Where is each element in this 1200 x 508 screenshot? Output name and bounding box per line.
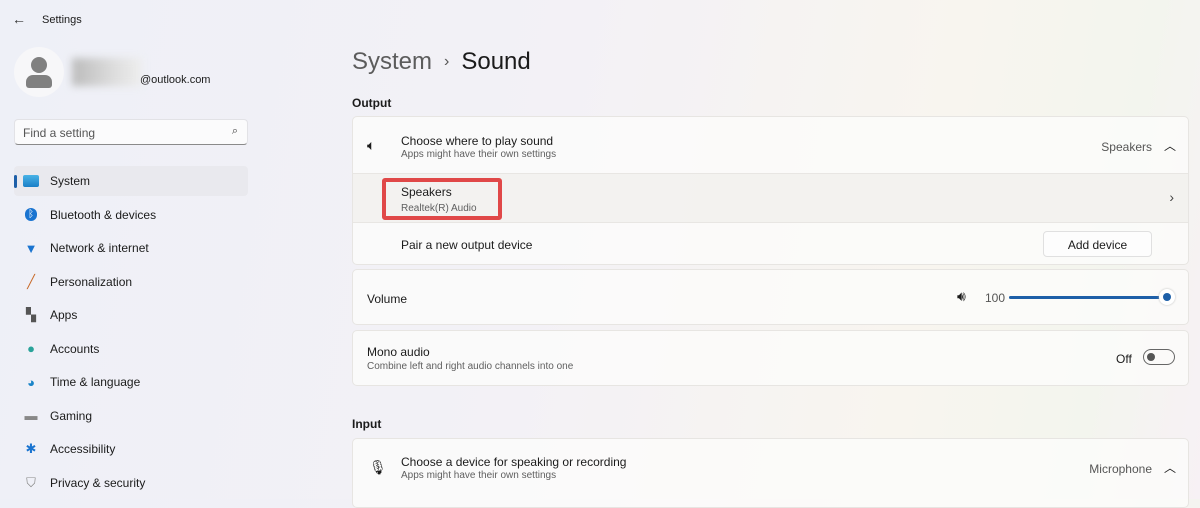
search-placeholder: Find a setting: [23, 126, 96, 140]
page-title: System › Sound: [352, 48, 531, 76]
add-device-button[interactable]: Add device: [1043, 231, 1152, 257]
mono-audio-toggle[interactable]: [1143, 349, 1175, 365]
selected-output[interactable]: Speakers: [1101, 140, 1152, 154]
microphone-icon: 🎙︎: [369, 459, 387, 475]
globe-clock-icon: ◕: [27, 374, 35, 390]
choose-output-subtitle: Apps might have their own settings: [401, 149, 557, 160]
chevron-up-icon[interactable]: ︿: [1164, 137, 1176, 154]
accessibility-icon: ✱: [25, 441, 37, 456]
sidebar-item-label: Apps: [50, 308, 78, 322]
volume-card: Volume 🔊︎ 100: [352, 269, 1189, 325]
sidebar-item-privacy-security[interactable]: ⛉ Privacy & security: [14, 468, 248, 498]
sidebar-item-network-internet[interactable]: ▼ Network & internet: [14, 233, 248, 263]
mono-audio-card: Mono audio Combine left and right audio …: [352, 330, 1189, 386]
apps-icon: ▚: [26, 307, 36, 322]
pair-label: Pair a new output device: [401, 238, 533, 252]
sidebar-item-label: Personalization: [50, 274, 133, 289]
device-name: Speakers: [401, 185, 452, 199]
monitor-icon: [22, 173, 40, 189]
wifi-icon: ▼: [24, 240, 38, 256]
account-icon: ●: [27, 341, 35, 356]
sidebar-item-accounts[interactable]: ● Accounts: [14, 334, 248, 364]
chevron-right-icon: ›: [444, 53, 450, 70]
sidebar-item-system[interactable]: System: [14, 166, 248, 196]
volume-value: 100: [985, 291, 1006, 305]
sidebar-item-label: Time & language: [50, 375, 141, 389]
sidebar-item-bluetooth-devices[interactable]: ᛒ Bluetooth & devices: [14, 200, 248, 230]
pair-device-row: Pair a new output device Add device: [353, 222, 1188, 265]
chevron-up-icon[interactable]: ︿: [1164, 459, 1176, 476]
back-button[interactable]: ←: [12, 11, 26, 27]
blurred-username: [72, 58, 142, 86]
mono-audio-title: Mono audio: [367, 345, 430, 359]
gamepad-icon: ▬: [24, 408, 38, 423]
sidebar-item-apps[interactable]: ▚ Apps: [14, 300, 248, 330]
output-device-card: 🔈︎ Choose where to play sound Apps might…: [352, 116, 1189, 265]
sidebar-item-label: Privacy & security: [50, 475, 146, 490]
sidebar-item-gaming[interactable]: ▬ Gaming: [14, 401, 248, 431]
search-icon: ⌕: [231, 125, 238, 137]
selection-indicator: [14, 175, 17, 188]
account-email: @outlook.com: [140, 74, 211, 86]
volume-label: Volume: [367, 292, 408, 306]
brush-icon: ╱: [27, 273, 35, 289]
device-driver: Realtek(R) Audio: [401, 203, 477, 214]
volume-slider[interactable]: [1009, 296, 1167, 299]
input-device-card: 🎙︎ Choose a device for speaking or recor…: [352, 438, 1189, 508]
volume-icon[interactable]: 🔊︎: [957, 288, 966, 305]
search-input[interactable]: Find a setting ⌕: [14, 119, 248, 145]
selected-input[interactable]: Microphone: [1089, 462, 1152, 476]
sidebar-item-label: Accessibility: [50, 442, 116, 456]
sidebar-item-label: Gaming: [50, 408, 93, 423]
mono-audio-state: Off: [1116, 352, 1132, 366]
sidebar-item-label: Network & internet: [50, 241, 149, 255]
speakers-device-row[interactable]: Speakers Realtek(R) Audio ›: [353, 173, 1188, 222]
sidebar-item-time-language[interactable]: ◕ Time & language: [14, 367, 248, 397]
choose-input-title: Choose a device for speaking or recordin…: [401, 455, 627, 469]
shield-icon: ⛉: [26, 474, 36, 490]
mono-audio-subtitle: Combine left and right audio channels in…: [367, 361, 574, 372]
choose-output-title: Choose where to play sound: [401, 134, 554, 148]
sidebar-item-label: System: [50, 174, 91, 188]
sidebar-item-personalization[interactable]: ╱ Personalization: [14, 267, 248, 297]
bluetooth-icon: ᛒ: [22, 207, 40, 223]
choose-input-subtitle: Apps might have their own settings: [401, 470, 557, 481]
sidebar-item-accessibility[interactable]: ✱ Accessibility: [14, 434, 248, 464]
input-heading: Input: [352, 417, 382, 431]
output-heading: Output: [352, 96, 392, 110]
avatar[interactable]: [14, 47, 64, 97]
sidebar-item-label: Accounts: [50, 341, 100, 356]
speaker-icon: 🔈︎: [367, 137, 376, 153]
breadcrumb-parent[interactable]: System: [352, 48, 432, 75]
chevron-right-icon: ›: [1169, 189, 1174, 205]
breadcrumb-current: Sound: [461, 48, 531, 75]
app-title: Settings: [42, 14, 82, 26]
volume-slider-thumb[interactable]: [1159, 289, 1175, 305]
sidebar-item-label: Bluetooth & devices: [50, 207, 157, 222]
